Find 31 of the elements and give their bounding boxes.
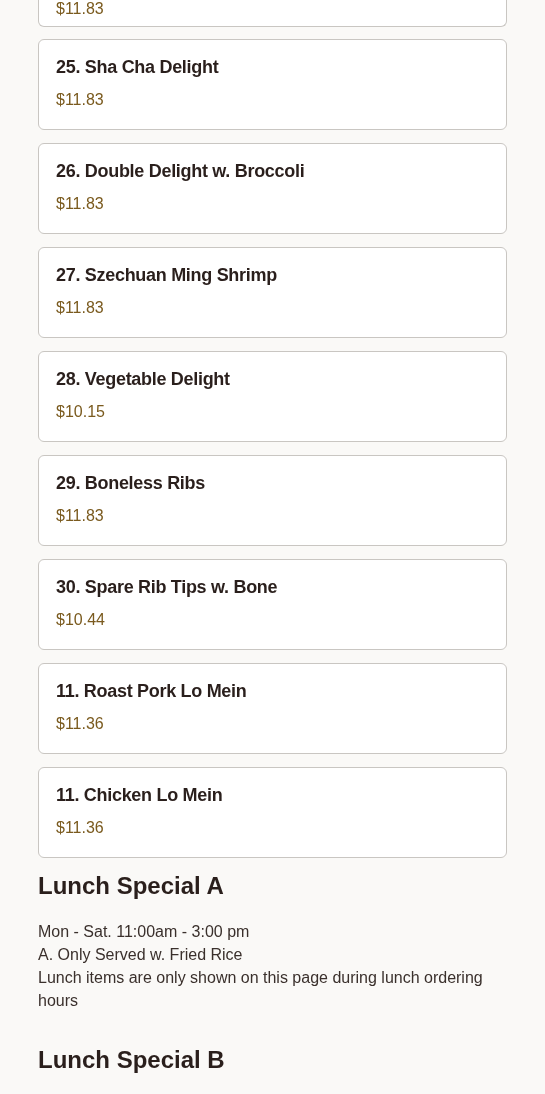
item-price: $10.15: [56, 402, 105, 422]
menu-item-card[interactable]: 26. Double Delight w. Broccoli $11.83: [38, 143, 507, 234]
item-name: 27. Szechuan Ming Shrimp: [56, 264, 277, 287]
section-note: Mon - Sat. 11:00am - 3:00 pm: [38, 922, 251, 942]
item-price: $11.83: [56, 298, 104, 318]
item-price: $11.83: [56, 506, 104, 526]
section-heading: Lunch Special A: [38, 871, 224, 901]
item-name: 29. Boneless Ribs: [56, 472, 205, 495]
menu-item-card[interactable]: 27. Szechuan Ming Shrimp $11.83: [38, 247, 507, 338]
menu-item-card[interactable]: 11. Chicken Lo Mein $11.36: [38, 767, 507, 858]
section-note: A. Only Served w. Fried Rice: [38, 945, 244, 965]
item-price: $11.83: [56, 194, 104, 214]
item-name: 26. Double Delight w. Broccoli: [56, 160, 305, 183]
item-price: $11.83: [56, 0, 104, 18]
menu-item-card[interactable]: 30. Spare Rib Tips w. Bone $10.44: [38, 559, 507, 650]
item-name: 28. Vegetable Delight: [56, 368, 230, 391]
menu-item-card[interactable]: 25. Sha Cha Delight $11.83: [38, 39, 507, 130]
item-name: 30. Spare Rib Tips w. Bone: [56, 576, 278, 599]
menu-item-card[interactable]: 29. Boneless Ribs $11.83: [38, 455, 507, 546]
menu-item-card[interactable]: 11. Roast Pork Lo Mein $11.36: [38, 663, 507, 754]
item-price: $10.44: [56, 610, 105, 630]
section-note: Lunch items are only shown on this page during lunch ordering hours: [38, 968, 484, 1011]
item-name: 11. Roast Pork Lo Mein: [56, 680, 247, 703]
item-price: $11.36: [56, 818, 104, 838]
item-name: 11. Chicken Lo Mein: [56, 784, 223, 807]
item-price: $11.83: [56, 90, 104, 110]
section-heading: Lunch Special B: [38, 1045, 225, 1075]
item-price: $11.36: [56, 714, 104, 734]
item-name: 25. Sha Cha Delight: [56, 56, 219, 79]
menu-item-card[interactable]: $11.83: [38, 0, 507, 27]
menu-item-card[interactable]: 28. Vegetable Delight $10.15: [38, 351, 507, 442]
